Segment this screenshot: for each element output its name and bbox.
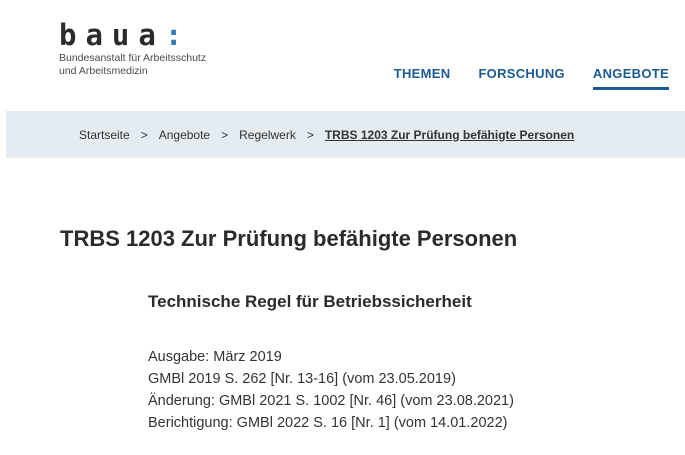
nav-item-themen[interactable]: THEMEN [394, 66, 451, 90]
breadcrumb-separator: > [221, 127, 229, 142]
breadcrumb-current[interactable]: TRBS 1203 Zur Prüfung befähigte Personen [325, 128, 574, 142]
logo-subtitle-line-2: und Arbeitsmedizin [59, 65, 148, 77]
nav-item-angebote[interactable]: ANGEBOTE [592, 66, 669, 90]
logo-colon: : [164, 18, 183, 52]
logo-subtitle: Bundesanstalt für Arbeitsschutz und Arbe… [59, 52, 206, 78]
baua-logo[interactable]: baua: Bundesanstalt für Arbeitsschutz un… [59, 20, 206, 78]
breadcrumb-startseite[interactable]: Startseite [79, 128, 130, 142]
breadcrumb-angebote[interactable]: Angebote [159, 128, 210, 142]
breadcrumb-list: Startseite > Angebote > Regelwerk > TRBS… [6, 128, 574, 142]
main-nav: THEMEN FORSCHUNG ANGEBOTE [366, 66, 669, 90]
logo-subtitle-line-1: Bundesanstalt für Arbeitsschutz [59, 52, 207, 64]
breadcrumb-separator: > [140, 127, 148, 142]
breadcrumb-regelwerk[interactable]: Regelwerk [239, 128, 296, 142]
page-subtitle: Technische Regel für Betriebssicherheit [148, 292, 472, 311]
detail-aenderung: Änderung: GMBl 2021 S. 1002 [Nr. 46] (vo… [148, 393, 514, 409]
breadcrumb: Startseite > Angebote > Regelwerk > TRBS… [6, 111, 685, 158]
page-title: TRBS 1203 Zur Prüfung befähigte Personen [60, 226, 518, 251]
logo-wordmark: baua: [59, 20, 206, 50]
breadcrumb-separator: > [306, 127, 314, 142]
detail-ausgabe: Ausgabe: März 2019 [148, 349, 282, 365]
page: baua: Bundesanstalt für Arbeitsschutz un… [0, 0, 685, 455]
nav-item-forschung[interactable]: FORSCHUNG [478, 66, 564, 90]
publication-details: Ausgabe: März 2019 GMBl 2019 S. 262 [Nr.… [148, 346, 514, 434]
detail-berichtigung: Berichtigung: GMBl 2022 S. 16 [Nr. 1] (v… [148, 415, 508, 431]
logo-word: baua [59, 18, 165, 52]
detail-gmbl: GMBl 2019 S. 262 [Nr. 13-16] (vom 23.05.… [148, 371, 456, 387]
